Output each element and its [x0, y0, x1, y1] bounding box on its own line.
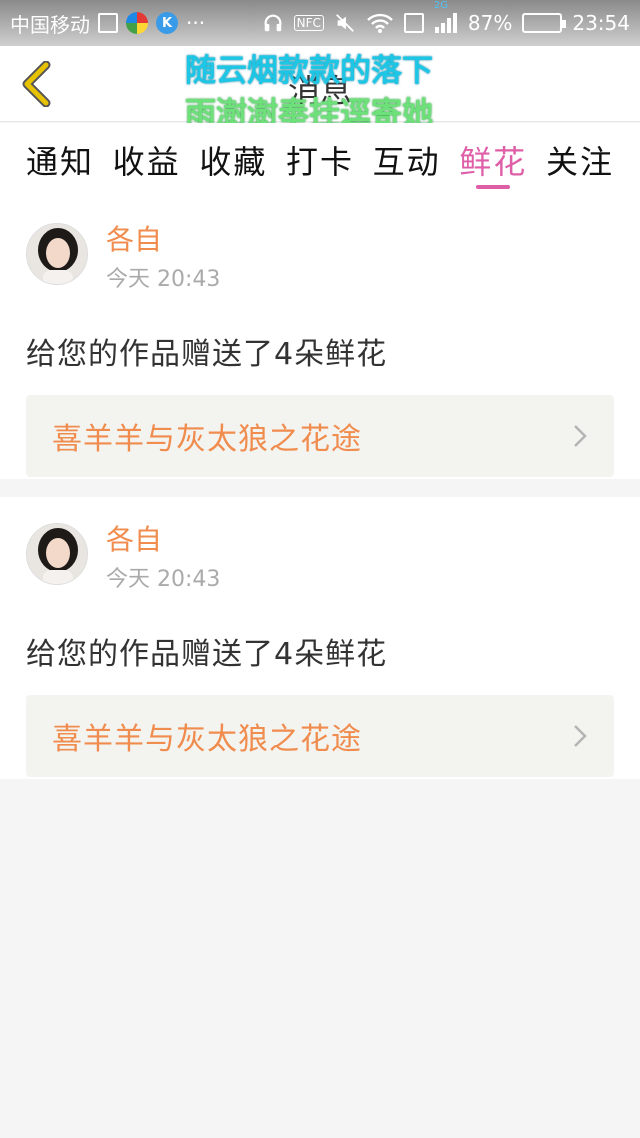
more-notifications-icon: ··· — [186, 11, 206, 35]
mute-icon — [334, 12, 356, 34]
headphones-icon — [262, 12, 284, 34]
network-type-label: 2G — [433, 0, 449, 11]
tab-flowers[interactable]: 鲜花 — [459, 123, 527, 197]
tab-following[interactable]: 关注 — [546, 123, 614, 197]
battery-icon — [522, 13, 567, 33]
message-card: 各自 今天 20:43 给您的作品赠送了4朵鲜花 喜羊羊与灰太狼之花途 — [0, 497, 640, 779]
status-bar: 中国移动 K ··· NFC 2G 87% 23:54 — [0, 0, 640, 46]
work-title: 喜羊羊与灰太狼之花途 — [52, 722, 362, 757]
avatar[interactable] — [26, 523, 88, 585]
tab-notifications[interactable]: 通知 — [26, 123, 94, 197]
image-notification-icon — [98, 13, 118, 33]
signal-icon: 2G — [434, 0, 458, 34]
work-title: 喜羊羊与灰太狼之花途 — [52, 422, 362, 457]
timestamp: 今天 20:43 — [106, 567, 221, 592]
carrier-label: 中国移动 — [10, 12, 90, 37]
tab-checkin[interactable]: 打卡 — [286, 123, 354, 197]
sim-card-icon — [403, 13, 424, 33]
username[interactable]: 各自 — [106, 223, 220, 257]
avatar[interactable] — [26, 223, 88, 285]
tab-earnings[interactable]: 收益 — [113, 123, 181, 197]
work-link[interactable]: 喜羊羊与灰太狼之花途 — [26, 695, 614, 777]
clock: 23:54 — [572, 11, 630, 35]
battery-percent: 87% — [467, 11, 513, 35]
username[interactable]: 各自 — [106, 523, 220, 557]
message-text: 给您的作品赠送了4朵鲜花 — [26, 637, 388, 672]
message-text: 给您的作品赠送了4朵鲜花 — [26, 337, 388, 372]
tab-bar: 通知 收益 收藏 打卡 互动 鲜花 关注 — [0, 123, 640, 197]
chevron-right-icon — [574, 725, 587, 747]
timestamp: 今天 20:43 — [106, 267, 221, 292]
work-link[interactable]: 喜羊羊与灰太狼之花途 — [26, 395, 614, 477]
k-app-icon: K — [156, 12, 178, 34]
app-notification-icon — [126, 12, 148, 34]
tab-interactions[interactable]: 互动 — [373, 123, 441, 197]
wifi-icon — [366, 12, 394, 34]
chevron-right-icon — [574, 425, 587, 447]
message-card: 各自 今天 20:43 给您的作品赠送了4朵鲜花 喜羊羊与灰太狼之花途 — [0, 197, 640, 479]
overlay-caption-line1: 随云烟款款的落下 — [185, 53, 433, 89]
tab-favorites[interactable]: 收藏 — [199, 123, 267, 197]
nfc-icon: NFC — [293, 15, 324, 31]
